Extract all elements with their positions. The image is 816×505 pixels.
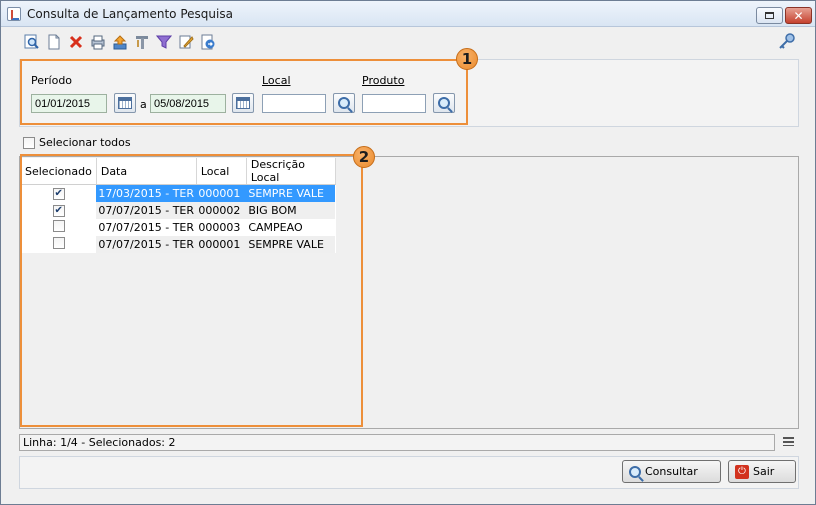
key-icon[interactable] [777,32,797,52]
search-icon [629,465,641,478]
cell-local: 000001 [196,184,247,202]
table-row[interactable]: 07/07/2015 - TER 000003 CAMPEAO [21,219,335,236]
local-search-button[interactable] [333,93,355,113]
row-select-cell[interactable]: ✔ [21,184,97,202]
restore-icon [765,12,774,19]
cell-descricao: SEMPRE VALE [246,184,336,202]
cell-data: 07/07/2015 - TER [96,201,197,219]
toolbar [23,33,217,51]
results-grid[interactable]: Selecionado Data Local Descrição Local ✔… [19,156,799,429]
calendar-icon [118,97,132,109]
local-label: Local [262,74,291,87]
row-select-cell[interactable]: ✔ [21,201,97,219]
search-icon [438,97,450,109]
close-icon: ✕ [793,8,804,23]
cell-data: 17/03/2015 - TER [96,184,197,202]
cell-local: 000003 [198,220,241,234]
search-doc-icon[interactable] [23,33,41,51]
search-icon [338,97,350,109]
edit-icon[interactable] [177,33,195,51]
restore-button[interactable] [756,7,783,24]
column-header-data[interactable]: Data [96,158,197,185]
status-bar: Linha: 1/4 - Selecionados: 2 [19,434,775,451]
cell-data: 07/07/2015 - TER [98,220,195,234]
menu-lines-icon[interactable] [783,437,794,446]
cell-descricao: CAMPEAO [248,220,303,234]
table-row[interactable]: 07/07/2015 - TER 000001 SEMPRE VALE [21,235,336,253]
table-header-row: Selecionado Data Local Descrição Local [21,158,336,185]
cell-descricao: SEMPRE VALE [246,235,336,253]
date-end-field[interactable] [150,94,226,113]
app-icon [7,7,21,21]
window-title: Consulta de Lançamento Pesquisa [27,7,233,21]
tools-icon[interactable] [133,33,151,51]
select-all-label: Selecionar todos [39,136,131,149]
date-start-field[interactable] [31,94,107,113]
produto-field[interactable] [362,94,426,113]
results-table: Selecionado Data Local Descrição Local ✔… [21,158,336,253]
select-all-checkbox[interactable] [23,136,35,149]
column-header-selecionado[interactable]: Selecionado [21,158,97,185]
produto-search-button[interactable] [433,93,455,113]
row-checkbox[interactable] [52,219,65,232]
local-field[interactable] [262,94,326,113]
date-separator: a [140,98,147,111]
cell-descricao: BIG BOM [246,201,336,219]
cell-local: 000001 [196,235,247,253]
produto-label: Produto [362,74,405,87]
title-bar[interactable]: Consulta de Lançamento Pesquisa ✕ [1,1,815,27]
row-checkbox-checked[interactable]: ✔ [52,205,65,217]
date-end-calendar-button[interactable] [232,93,254,113]
row-select-cell[interactable] [21,219,96,236]
row-select-cell[interactable] [21,235,97,253]
close-button[interactable]: ✕ [785,7,812,24]
cell-local: 000002 [196,201,247,219]
grid-badge: 2 [353,146,375,168]
upload-icon[interactable] [111,33,129,51]
print-icon[interactable] [89,33,107,51]
filter-icon[interactable] [155,33,173,51]
new-doc-icon[interactable] [45,33,63,51]
table-row[interactable]: ✔ 07/07/2015 - TER 000002 BIG BOM [21,201,336,219]
select-all[interactable]: Selecionar todos [23,136,131,149]
column-header-descricao[interactable]: Descrição Local [246,158,336,185]
delete-icon[interactable] [67,33,85,51]
calendar-icon [236,97,250,109]
status-text: Linha: 1/4 - Selecionados: 2 [23,436,176,449]
date-start-calendar-button[interactable] [114,93,136,113]
consultar-label: Consultar [645,465,698,478]
periodo-label: Período [31,74,73,87]
main-window: Consulta de Lançamento Pesquisa ✕ 1 Perí… [0,0,816,505]
column-header-local[interactable]: Local [196,158,247,185]
row-checkbox-checked[interactable]: ✔ [52,188,65,201]
cell-data: 07/07/2015 - TER [96,235,197,253]
sair-button[interactable]: ⏻ Sair [728,460,796,483]
filter-badge: 1 [456,48,478,70]
consultar-button[interactable]: Consultar [622,460,721,483]
exit-icon: ⏻ [735,464,749,479]
filter-panel [19,59,799,127]
row-checkbox[interactable] [52,236,65,249]
table-row[interactable]: ✔ 17/03/2015 - TER 000001 SEMPRE VALE [21,184,336,202]
export-icon[interactable] [199,33,217,51]
sair-label: Sair [753,465,775,478]
